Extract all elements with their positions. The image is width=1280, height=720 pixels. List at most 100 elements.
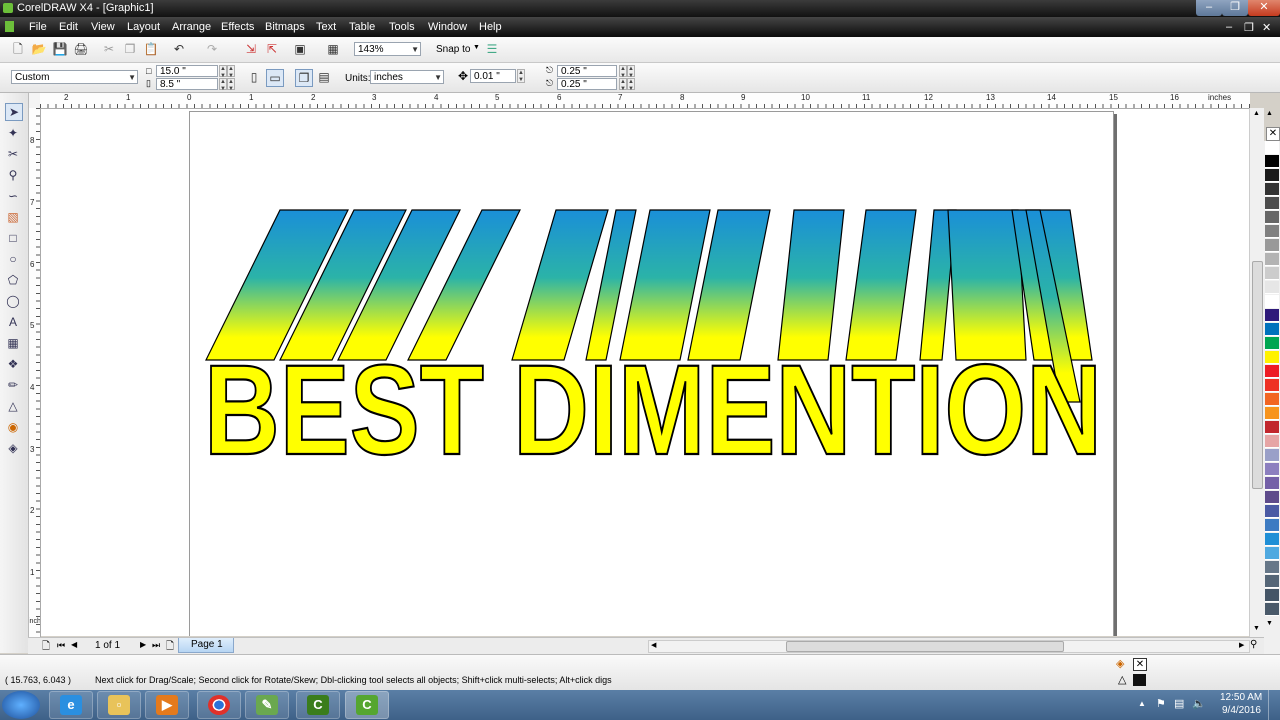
color-swatch[interactable] xyxy=(1265,393,1279,406)
taskbar-media[interactable]: ▶ xyxy=(145,691,189,719)
volume-icon[interactable]: 🔈 xyxy=(1192,697,1206,710)
crop-tool-icon[interactable]: ✂ xyxy=(5,146,21,162)
copy-icon[interactable]: ❐ xyxy=(122,41,138,57)
color-swatch[interactable] xyxy=(1265,519,1279,532)
smart-fill-icon[interactable]: ▧ xyxy=(5,209,21,225)
color-swatch[interactable] xyxy=(1265,351,1279,364)
palette-scroll-up-icon[interactable]: ▲ xyxy=(1266,110,1273,117)
vertical-ruler[interactable]: 8 7 6 5 4 3 2 1 inches xyxy=(28,108,41,638)
redo-icon[interactable]: ↷ xyxy=(204,41,220,57)
color-swatch[interactable] xyxy=(1265,309,1279,322)
color-swatch[interactable] xyxy=(1265,463,1279,476)
color-swatch[interactable] xyxy=(1265,267,1279,280)
menu-layout[interactable]: Layout xyxy=(127,21,160,33)
color-swatch[interactable] xyxy=(1265,589,1279,602)
color-swatch[interactable] xyxy=(1265,323,1279,336)
ellipse-tool-icon[interactable]: ○ xyxy=(5,251,21,267)
taskbar-ie[interactable]: e xyxy=(49,691,93,719)
all-pages-icon[interactable]: ❐ xyxy=(295,69,313,87)
undo-icon[interactable]: ↶ xyxy=(171,41,187,57)
color-swatch[interactable] xyxy=(1265,491,1279,504)
color-swatch[interactable] xyxy=(1265,197,1279,210)
color-swatch[interactable] xyxy=(1265,169,1279,182)
color-swatch[interactable] xyxy=(1265,421,1279,434)
color-swatch[interactable] xyxy=(1265,435,1279,448)
color-swatch[interactable] xyxy=(1265,281,1279,294)
zoom-level-dropdown[interactable]: 143% ▼ xyxy=(354,42,421,56)
page-height-stepper[interactable]: ▲ ▼ xyxy=(219,78,227,92)
color-swatch[interactable] xyxy=(1265,295,1279,308)
polygon-tool-icon[interactable]: ⬠ xyxy=(5,272,21,288)
taskbar-corel-app[interactable]: C xyxy=(296,691,340,719)
menu-bitmaps[interactable]: Bitmaps xyxy=(265,21,305,33)
duplicate-x-stepper[interactable]: ▲ ▼ xyxy=(619,65,627,79)
outline-indicator-icon[interactable]: △ xyxy=(1118,673,1126,686)
duplicate-y-stepper[interactable]: ▲ ▼ xyxy=(619,78,627,92)
prev-page-icon[interactable]: ◀ xyxy=(71,640,77,649)
color-swatch[interactable] xyxy=(1265,603,1279,616)
table-tool-icon[interactable]: ▦ xyxy=(5,335,21,351)
color-swatch[interactable] xyxy=(1265,141,1279,154)
duplicate-y-stepper-2[interactable]: ▲ ▼ xyxy=(627,78,635,92)
tray-date[interactable]: 9/4/2016 xyxy=(1222,705,1261,716)
no-fill-swatch[interactable]: ✕ xyxy=(1133,658,1147,671)
menu-arrange[interactable]: Arrange xyxy=(172,21,211,33)
color-swatch[interactable] xyxy=(1265,407,1279,420)
basic-shapes-icon[interactable]: ◯ xyxy=(5,293,21,309)
application-launcher-icon[interactable]: ▣ xyxy=(292,41,308,57)
page-sheet[interactable]: BEST DIMENTION xyxy=(189,111,1114,636)
color-swatch[interactable] xyxy=(1265,365,1279,378)
duplicate-x-stepper-2[interactable]: ▲ ▼ xyxy=(627,65,635,79)
nudge-stepper[interactable]: ▲ ▼ xyxy=(517,69,525,83)
menu-help[interactable]: Help xyxy=(479,21,502,33)
import-icon[interactable]: ⇲ xyxy=(243,41,259,57)
units-dropdown[interactable]: inches ▼ xyxy=(370,70,444,84)
outline-color-swatch[interactable] xyxy=(1133,674,1146,686)
tray-show-hidden-icon[interactable]: ▲ xyxy=(1138,699,1146,708)
current-page-icon[interactable]: ▤ xyxy=(316,69,332,85)
horizontal-scroll-thumb[interactable] xyxy=(786,641,1064,652)
taskbar-corel-capture[interactable]: ✎ xyxy=(245,691,289,719)
first-page-icon[interactable]: ⏮ xyxy=(57,640,65,651)
page-preset-dropdown[interactable]: Custom ▼ xyxy=(11,70,138,84)
scroll-up-icon[interactable]: ▲ xyxy=(1253,110,1260,117)
shape-tool-icon[interactable]: ✦ xyxy=(5,125,21,141)
horizontal-ruler[interactable]: 2 1 0 1 2 3 4 5 6 7 8 9 10 11 12 13 14 1… xyxy=(40,93,1250,109)
color-swatch[interactable] xyxy=(1265,477,1279,490)
outline-tool-icon[interactable]: △ xyxy=(5,398,21,414)
color-swatch[interactable] xyxy=(1265,155,1279,168)
restore-button[interactable]: ❐ xyxy=(1222,0,1248,16)
horizontal-scrollbar[interactable]: ◀ ▶ xyxy=(648,640,1250,653)
scroll-right-icon[interactable]: ▶ xyxy=(1239,641,1244,649)
extruded-text-artwork[interactable]: BEST DIMENTION xyxy=(190,112,1113,636)
duplicate-x-field[interactable]: 0.25 " xyxy=(557,65,617,77)
close-button[interactable]: ✕ xyxy=(1248,0,1280,16)
vertical-scrollbar[interactable]: ▲ ▼ xyxy=(1249,108,1264,638)
cut-icon[interactable]: ✂ xyxy=(101,41,117,57)
color-swatch[interactable] xyxy=(1265,239,1279,252)
tab-page-1[interactable]: Page 1 xyxy=(178,638,234,653)
text-tool-icon[interactable]: A xyxy=(5,314,21,330)
scroll-thumb[interactable] xyxy=(1252,261,1263,489)
color-swatch[interactable] xyxy=(1265,533,1279,546)
welcome-screen-icon[interactable]: ▦ xyxy=(325,41,341,57)
menu-table[interactable]: Table xyxy=(349,21,375,33)
options-icon[interactable]: ☰ xyxy=(484,41,500,57)
next-page-icon[interactable]: ▶ xyxy=(140,640,146,649)
doc-restore-button[interactable]: ❐ xyxy=(1244,21,1254,34)
network-icon[interactable]: ▤ xyxy=(1174,697,1184,710)
fill-indicator-icon[interactable]: ◈ xyxy=(1116,657,1124,670)
color-swatch[interactable] xyxy=(1265,505,1279,518)
freehand-tool-icon[interactable]: ∽ xyxy=(5,188,21,204)
nudge-distance-field[interactable]: 0.01 " xyxy=(470,69,516,83)
drawing-workspace[interactable]: BEST DIMENTION xyxy=(41,109,1249,636)
menu-window[interactable]: Window xyxy=(428,21,467,33)
interactive-fill-icon[interactable]: ◈ xyxy=(5,440,21,456)
page-width-stepper[interactable]: ▲ ▼ xyxy=(219,65,227,79)
color-swatch[interactable] xyxy=(1265,575,1279,588)
fill-tool-icon[interactable]: ◉ xyxy=(5,419,21,435)
action-center-icon[interactable]: ⚑ xyxy=(1156,697,1166,710)
duplicate-y-field[interactable]: 0.25 " xyxy=(557,78,617,90)
taskbar-coreldraw[interactable]: C xyxy=(345,691,389,719)
navigator-icon[interactable]: ⚲ xyxy=(1250,639,1257,650)
